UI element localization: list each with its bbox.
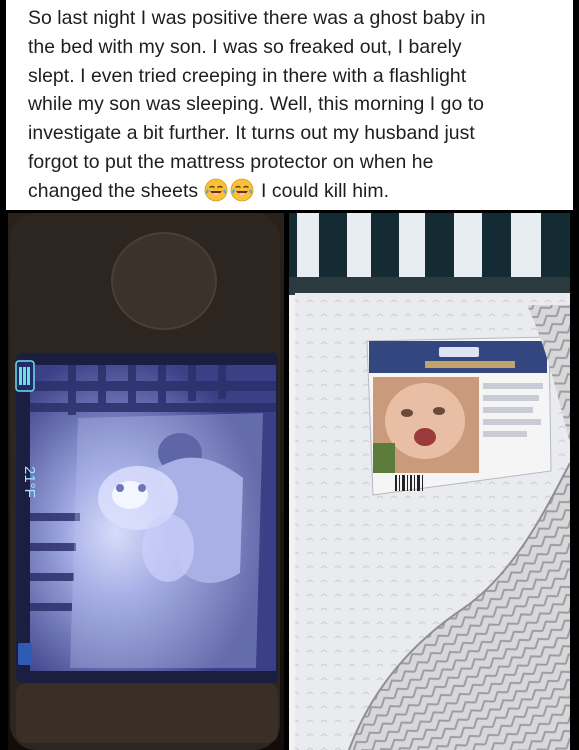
post-line: forgot to put the mattress protector on … — [28, 150, 434, 173]
post-line: while my son was sleeping. Well, this mo… — [28, 93, 485, 116]
post-line: slept. I even tried creeping in there wi… — [28, 64, 467, 87]
post-line: investigate a bit further. It turns out … — [28, 122, 475, 145]
face-with-tears-of-joy-icon — [230, 178, 254, 202]
crib-slats — [289, 213, 570, 295]
post-line: So last night I was positive there was a… — [28, 7, 486, 29]
post-text: So last night I was positive there was a… — [28, 4, 568, 206]
screenshot-frame: So last night I was positive there was a… — [0, 0, 579, 750]
packaging-insert — [366, 336, 552, 496]
post-line: I could kill him. — [261, 179, 390, 202]
mattress-image — [289, 213, 570, 750]
temperature-readout: 21°F — [21, 466, 38, 498]
monitor-screen — [30, 365, 276, 671]
face-with-tears-of-joy-icon — [204, 178, 228, 202]
post-body: So last night I was positive there was a… — [6, 0, 573, 210]
mattress-photo[interactable] — [289, 213, 570, 750]
baby-monitor-photo[interactable]: 21°F — [8, 213, 284, 750]
post-line: the bed with my son. I was so freaked ou… — [28, 35, 462, 58]
post-line: changed the sheets — [28, 179, 199, 202]
baby-monitor-image: 21°F — [8, 213, 284, 750]
